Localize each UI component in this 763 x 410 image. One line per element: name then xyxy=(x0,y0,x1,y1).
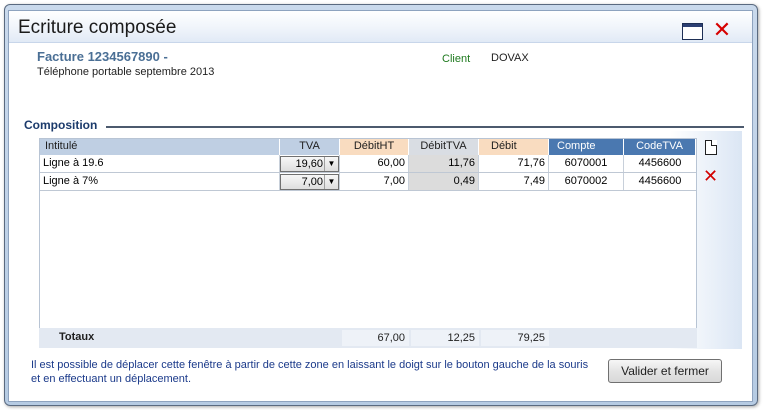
cell-tva: 19,60 ▼ xyxy=(280,155,340,172)
new-document-icon[interactable] xyxy=(705,140,717,155)
cell-code-tva[interactable]: 4456600 xyxy=(624,155,696,172)
total-debit-tva: 12,25 xyxy=(411,330,479,346)
table-row[interactable]: Ligne à 7% 7,00 ▼ 7,00 0,49 7,49 6070002… xyxy=(40,173,696,191)
cell-debit[interactable]: 71,76 xyxy=(479,155,549,172)
cell-intitule[interactable]: Ligne à 7% xyxy=(40,173,280,190)
column-header-debit-ht[interactable]: DébitHT xyxy=(340,139,409,155)
delete-cross-icon[interactable]: ✕ xyxy=(703,167,718,185)
tva-select-value: 7,00 xyxy=(301,176,323,188)
invoice-title: Facture 1234567890 - xyxy=(37,49,168,64)
drag-hint-line1: Il est possible de déplacer cette fenêtr… xyxy=(31,359,589,371)
tva-select[interactable]: 7,00 ▼ xyxy=(280,174,339,190)
drag-hint[interactable]: Il est possible de déplacer cette fenêtr… xyxy=(31,358,591,386)
composition-grid: Intitulé TVA DébitHT DébitTVA Débit Comp… xyxy=(39,138,697,331)
tva-select-value: 19,60 xyxy=(295,158,323,170)
composition-title: Composition xyxy=(24,118,98,132)
cell-debit-tva: 11,76 xyxy=(409,155,479,172)
cell-compte[interactable]: 6070002 xyxy=(549,173,624,190)
client-label: Client xyxy=(442,53,471,65)
total-debit-ht: 67,00 xyxy=(342,330,409,346)
cell-compte[interactable]: 6070001 xyxy=(549,155,624,172)
chevron-down-icon[interactable]: ▼ xyxy=(324,175,338,189)
cell-intitule[interactable]: Ligne à 19.6 xyxy=(40,155,280,172)
cell-debit-ht[interactable]: 7,00 xyxy=(340,173,409,190)
column-header-tva[interactable]: TVA xyxy=(280,139,340,155)
client-value: DOVAX xyxy=(491,52,529,64)
column-header-debit[interactable]: Débit xyxy=(479,139,549,155)
section-divider xyxy=(106,126,744,128)
cell-tva: 7,00 ▼ xyxy=(280,173,340,190)
cell-code-tva[interactable]: 4456600 xyxy=(624,173,696,190)
dialog-window: Ecriture composée ✕ Facture 1234567890 -… xyxy=(8,10,753,402)
totals-label: Totaux xyxy=(59,331,95,343)
table-row[interactable]: Ligne à 19.6 19,60 ▼ 60,00 11,76 71,76 6… xyxy=(40,155,696,173)
column-header-intitule[interactable]: Intitulé xyxy=(40,139,280,155)
close-icon[interactable]: ✕ xyxy=(711,19,733,41)
grid-header: Intitulé TVA DébitHT DébitTVA Débit Comp… xyxy=(40,139,696,155)
column-header-compte[interactable]: Compte xyxy=(549,139,624,155)
column-header-code-tva[interactable]: CodeTVA xyxy=(624,139,696,155)
cell-debit-ht[interactable]: 60,00 xyxy=(340,155,409,172)
drag-hint-line2: et en effectuant un déplacement. xyxy=(31,373,192,385)
cell-debit[interactable]: 7,49 xyxy=(479,173,549,190)
totals-bar: Totaux 67,00 12,25 79,25 xyxy=(39,328,697,348)
invoice-subtitle: Téléphone portable septembre 2013 xyxy=(37,66,215,78)
cell-debit-tva: 0,49 xyxy=(409,173,479,190)
title-bar[interactable]: Ecriture composée ✕ xyxy=(9,11,752,43)
chevron-down-icon[interactable]: ▼ xyxy=(324,157,338,171)
window-title: Ecriture composée xyxy=(18,17,177,38)
validate-close-button[interactable]: Valider et fermer xyxy=(608,359,722,383)
window-icon[interactable] xyxy=(682,23,703,40)
tva-select[interactable]: 19,60 ▼ xyxy=(280,156,339,172)
total-debit: 79,25 xyxy=(481,330,549,346)
column-header-debit-tva[interactable]: DébitTVA xyxy=(409,139,479,155)
